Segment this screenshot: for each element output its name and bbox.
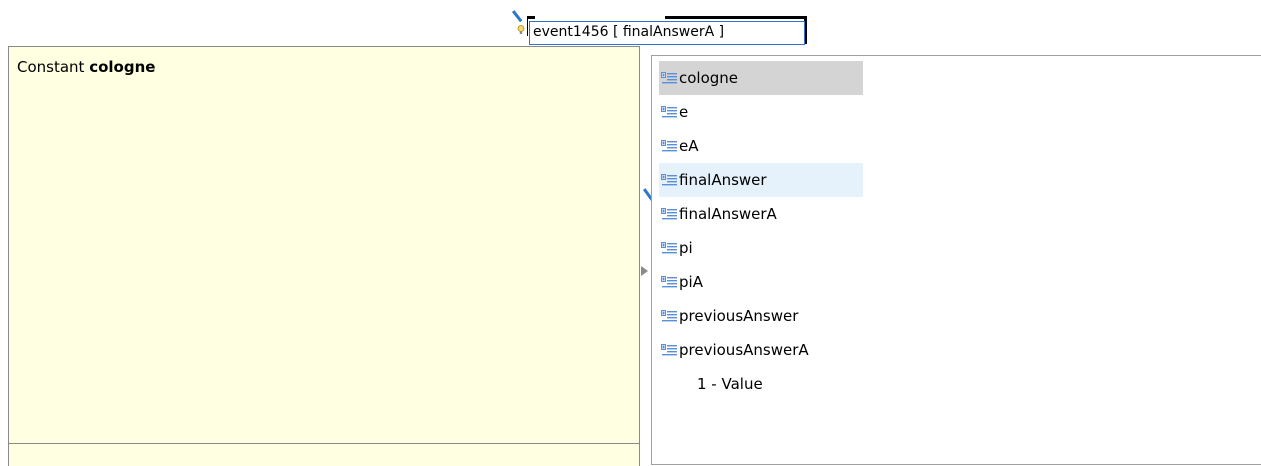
proposal-item-finalanswera[interactable]: finalAnswerA xyxy=(659,197,863,231)
text-caret xyxy=(527,19,528,36)
proposal-item-pia[interactable]: piA xyxy=(659,265,863,299)
constant-icon xyxy=(661,106,677,118)
label-edit-text: event1456 [ finalAnswerA ] xyxy=(533,24,725,40)
proposal-item-pi[interactable]: pi xyxy=(659,231,863,265)
content-assist-popup[interactable]: cologne e eA finalAnswer finalAnswerA pi… xyxy=(651,55,1261,465)
proposal-label: e xyxy=(679,103,689,121)
proposal-item-e[interactable]: e xyxy=(659,95,863,129)
popup-pointer-icon xyxy=(641,266,648,276)
documentation-title: Constant cologne xyxy=(17,58,155,76)
proposal-item-ea[interactable]: eA xyxy=(659,129,863,163)
proposal-label: previousAnswerA xyxy=(679,341,809,359)
proposal-label: finalAnswer xyxy=(679,171,767,189)
proposal-label: finalAnswerA xyxy=(679,205,777,223)
constant-icon xyxy=(661,276,677,288)
proposal-label: piA xyxy=(679,273,703,291)
constant-icon xyxy=(661,174,677,186)
proposal-label: previousAnswer xyxy=(679,307,799,325)
proposal-item-value-template[interactable]: 1 - Value xyxy=(659,367,863,401)
selection-handle xyxy=(527,16,535,19)
constant-icon xyxy=(661,344,677,356)
label-edit-field[interactable]: event1456 [ finalAnswerA ] xyxy=(529,21,805,45)
proposal-label: pi xyxy=(679,239,693,257)
proposal-label: eA xyxy=(679,137,699,155)
connector-line xyxy=(512,10,523,23)
documentation-popup: Constant cologne xyxy=(8,46,640,466)
documentation-kind: Constant xyxy=(17,58,85,76)
constant-icon xyxy=(661,208,677,220)
proposal-item-previousanswer[interactable]: previousAnswer xyxy=(659,299,863,333)
proposal-label: 1 - Value xyxy=(697,375,763,393)
lightbulb-icon xyxy=(517,25,525,34)
diagram-canvas[interactable]: event1456 [ finalAnswerA ] Constant colo… xyxy=(0,0,1261,466)
proposal-list[interactable]: cologne e eA finalAnswer finalAnswerA pi… xyxy=(659,61,863,401)
constant-icon xyxy=(661,140,677,152)
proposal-item-previousanswera[interactable]: previousAnswerA xyxy=(659,333,863,367)
documentation-divider xyxy=(9,443,639,444)
constant-icon xyxy=(661,310,677,322)
documentation-name: cologne xyxy=(89,58,156,76)
constant-icon xyxy=(661,242,677,254)
constant-icon xyxy=(661,72,677,84)
proposal-item-cologne[interactable]: cologne xyxy=(659,61,863,95)
proposal-label: cologne xyxy=(679,69,739,87)
proposal-item-finalanswer[interactable]: finalAnswer xyxy=(659,163,863,197)
